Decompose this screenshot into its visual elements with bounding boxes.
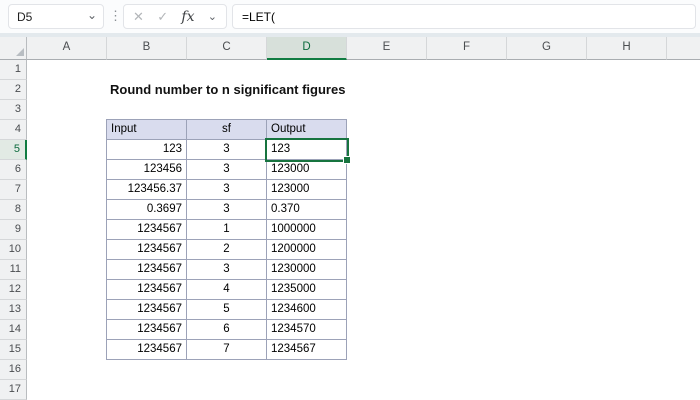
cell-d15[interactable]: 1234567 (267, 340, 347, 360)
table-header-output[interactable]: Output (267, 120, 347, 140)
formula-bar-buttons: ✕ ✓ fx ⌄ (123, 4, 227, 29)
cell-b15[interactable]: 1234567 (107, 340, 187, 360)
cell-c9[interactable]: 1 (187, 220, 267, 240)
cell-c13[interactable]: 5 (187, 300, 267, 320)
row-header-12[interactable]: 12 (0, 280, 27, 300)
enter-icon[interactable]: ✓ (157, 9, 168, 25)
cell-b11[interactable]: 1234567 (107, 260, 187, 280)
column-header-d-selected[interactable]: D (267, 37, 347, 60)
data-table: Input sf Output 123 3 123 123456 3 12300… (106, 119, 347, 360)
row-header-bar: 1 2 3 4 5 6 7 8 9 10 11 12 13 14 15 16 1… (0, 60, 27, 400)
cell-c10[interactable]: 2 (187, 240, 267, 260)
formula-bar: D5 ⌄ ⋮ ✕ ✓ fx ⌄ =LET( (0, 0, 700, 33)
row-header-17[interactable]: 17 (0, 380, 27, 400)
cell-c5[interactable]: 3 (187, 140, 267, 160)
row-header-9[interactable]: 9 (0, 220, 27, 240)
row-header-11[interactable]: 11 (0, 260, 27, 280)
table-header-sf[interactable]: sf (187, 120, 267, 140)
table-header-input[interactable]: Input (107, 120, 187, 140)
cell-c14[interactable]: 6 (187, 320, 267, 340)
worksheet-title-cell[interactable]: Round number to n significant figures (110, 80, 345, 100)
cell-b5[interactable]: 123 (107, 140, 187, 160)
cell-b13[interactable]: 1234567 (107, 300, 187, 320)
cell-d8[interactable]: 0.370 (267, 200, 347, 220)
name-box-value: D5 (17, 10, 33, 24)
formula-bar-menu-icon[interactable]: ⋮ (109, 4, 122, 29)
cell-c11[interactable]: 3 (187, 260, 267, 280)
cell-b10[interactable]: 1234567 (107, 240, 187, 260)
name-box[interactable]: D5 ⌄ (8, 4, 104, 29)
cell-d12[interactable]: 1235000 (267, 280, 347, 300)
cell-c8[interactable]: 3 (187, 200, 267, 220)
row-header-3[interactable]: 3 (0, 100, 27, 120)
row-header-6[interactable]: 6 (0, 160, 27, 180)
column-header-f[interactable]: F (427, 37, 507, 60)
row-header-10[interactable]: 10 (0, 240, 27, 260)
column-header-g[interactable]: G (507, 37, 587, 60)
formula-text: =LET( (242, 10, 276, 24)
cell-d5-active[interactable]: 123 (267, 140, 347, 160)
cell-c12[interactable]: 4 (187, 280, 267, 300)
column-header-a[interactable]: A (27, 37, 107, 60)
cell-d7[interactable]: 123000 (267, 180, 347, 200)
cell-d9[interactable]: 1000000 (267, 220, 347, 240)
column-header-h[interactable]: H (587, 37, 667, 60)
fill-handle[interactable] (343, 156, 351, 164)
column-header-partial[interactable] (667, 37, 700, 60)
cell-b12[interactable]: 1234567 (107, 280, 187, 300)
cell-c6[interactable]: 3 (187, 160, 267, 180)
row-header-7[interactable]: 7 (0, 180, 27, 200)
name-box-dropdown-icon[interactable]: ⌄ (87, 4, 97, 26)
cell-d13[interactable]: 1234600 (267, 300, 347, 320)
cell-d10[interactable]: 1200000 (267, 240, 347, 260)
row-header-8[interactable]: 8 (0, 200, 27, 220)
select-all-triangle-icon (16, 48, 24, 56)
row-header-16[interactable]: 16 (0, 360, 27, 380)
column-header-b[interactable]: B (107, 37, 187, 60)
cell-b6[interactable]: 123456 (107, 160, 187, 180)
row-header-4[interactable]: 4 (0, 120, 27, 140)
formula-input[interactable]: =LET( (232, 4, 696, 29)
cell-b9[interactable]: 1234567 (107, 220, 187, 240)
cell-d11[interactable]: 1230000 (267, 260, 347, 280)
cancel-icon[interactable]: ✕ (133, 9, 144, 25)
row-header-5-selected[interactable]: 5 (0, 140, 27, 160)
cell-b14[interactable]: 1234567 (107, 320, 187, 340)
row-header-14[interactable]: 14 (0, 320, 27, 340)
cell-c7[interactable]: 3 (187, 180, 267, 200)
insert-function-icon[interactable]: fx (181, 9, 194, 25)
column-header-c[interactable]: C (187, 37, 267, 60)
cell-c15[interactable]: 7 (187, 340, 267, 360)
cell-d14[interactable]: 1234570 (267, 320, 347, 340)
cell-b8[interactable]: 0.3697 (107, 200, 187, 220)
column-header-bar: A B C D E F G H (0, 37, 700, 60)
row-header-1[interactable]: 1 (0, 60, 27, 80)
row-header-2[interactable]: 2 (0, 80, 27, 100)
cell-d6[interactable]: 123000 (267, 160, 347, 180)
row-header-13[interactable]: 13 (0, 300, 27, 320)
function-dropdown-icon[interactable]: ⌄ (208, 10, 217, 23)
row-header-15[interactable]: 15 (0, 340, 27, 360)
cell-b7[interactable]: 123456.37 (107, 180, 187, 200)
select-all-corner[interactable] (0, 37, 27, 60)
column-header-e[interactable]: E (347, 37, 427, 60)
